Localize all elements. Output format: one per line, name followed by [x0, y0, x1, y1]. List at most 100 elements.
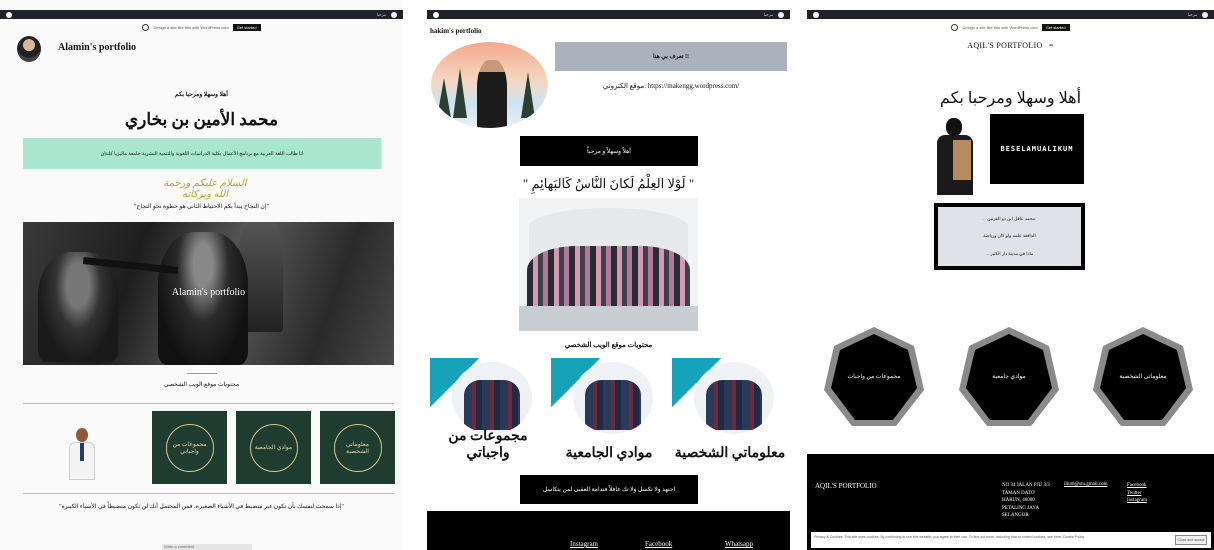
avatar-icon[interactable] [1202, 11, 1208, 18]
wordpress-logo-icon [142, 23, 150, 31]
site-footer: Instagram Facebook Whatsapp [427, 511, 790, 550]
portfolio-panel-hakim: مرحبا hakim's portfolio تعرف بي هنا !! م… [427, 0, 790, 550]
admin-bar: مرحبا [807, 10, 1214, 19]
divider [187, 373, 217, 374]
website-line: موقع الكتروني: https://makengg.wordpress… [555, 82, 787, 90]
get-started-button[interactable]: Get started [232, 23, 261, 31]
card-label: موادي الجامعية [565, 446, 653, 461]
intro-text: انا طالب اللغة العربية مع برنامج الأعمال… [100, 151, 304, 157]
footer-link-instagram[interactable]: Instagram [1127, 497, 1147, 505]
wp-promo-text[interactable]: Design a site like this with WordPress.c… [962, 25, 1037, 30]
portrait-tree-1 [437, 78, 451, 118]
card-photo [452, 362, 532, 434]
site-title[interactable]: hakim's portfolio [430, 27, 482, 35]
info-card-inner: ... محمد عاقل ابن ذو الفرنين: الدافعة عل… [938, 207, 1081, 266]
portrait-person [477, 60, 507, 128]
admin-bar-greeting[interactable]: مرحبا [1188, 12, 1197, 17]
menu-icon[interactable]: = [1049, 41, 1054, 50]
card-label: معلوماتي الشخصية [674, 446, 786, 461]
card-personal-info[interactable]: معلوماتي الشخصية [672, 358, 788, 466]
group-photo-floor [519, 306, 698, 331]
quote-text: "إن النجاح يبدأ بكم الاحتياط الثاني هو خ… [134, 204, 269, 210]
intro-box: انا طالب اللغة العربية مع برنامج الأعمال… [23, 138, 381, 169]
portrait-image [431, 42, 548, 128]
greeting-text: أهلا وسهلا ومرحبا بكم [175, 92, 228, 98]
portfolio-panel-alamin: مرحبا Design a site like this with WordP… [0, 0, 403, 550]
address-line: TAMAN DATO' [1002, 490, 1036, 496]
profile-tie [80, 443, 84, 461]
shape-university-courses[interactable]: موادي جامعية [956, 325, 1062, 431]
logo-image: BESELAMUALIKUM [990, 114, 1084, 184]
wp-promo-bar: Design a site like this with WordPress.c… [807, 22, 1214, 32]
calligraphy-image: السلام عليكم ورحمة الله وبركاته [163, 178, 247, 200]
footer-title[interactable]: AQIL'S PORTFOLIO [815, 482, 877, 490]
contents-heading: محتويات موقع الويب الشخصي [163, 382, 240, 388]
wordpress-logo-icon [951, 23, 959, 31]
avatar-icon[interactable] [778, 11, 784, 18]
profile-scarf [953, 140, 971, 180]
address-line: SELANGOR [1002, 513, 1029, 518]
tile-label: معلوماتي الشخصية [333, 423, 382, 472]
group-photo-crowd [527, 246, 690, 306]
tile-personal-info[interactable]: معلوماتي الشخصية [320, 411, 395, 484]
avatar-icon[interactable] [391, 11, 397, 18]
greeting-text: أهلا وسهلا ومرحبا بكم [939, 90, 1082, 107]
site-title[interactable]: AQIL'S PORTFOLIO [967, 41, 1042, 50]
footer-email-link[interactable]: ilium@stu.gmail.com [1064, 482, 1108, 487]
shape-assignments[interactable]: مجموعات من واجبات [821, 325, 927, 431]
portrait-tree-2 [453, 68, 467, 118]
profile-photo [933, 118, 978, 195]
wordpress-icon[interactable] [6, 11, 12, 18]
wp-promo-text[interactable]: Design a site like this with WordPress.c… [153, 25, 228, 30]
admin-bar-greeting[interactable]: مرحبا [764, 12, 773, 17]
hero-image: Alamin's portfolio [23, 222, 394, 365]
card-people [464, 380, 520, 430]
portrait-tree-3 [521, 72, 535, 118]
card-people [706, 380, 762, 430]
footer-social: Facebook Twitter Instagram [1127, 482, 1147, 505]
cookie-banner: Privacy & Cookies: This site uses cookie… [811, 532, 1211, 548]
footer-link-facebook[interactable]: Facebook [645, 540, 672, 548]
card-photo [694, 362, 774, 434]
get-started-button[interactable]: Get started [1041, 23, 1070, 31]
tile-label: مجموعات من واجباتي [165, 423, 214, 472]
site-title[interactable]: Alamin's portfolio [58, 42, 136, 53]
footer-link-whatsapp[interactable]: Whatsapp [725, 540, 753, 548]
tile-university-courses[interactable]: موادي الجامعية [236, 411, 311, 484]
footer-link-facebook[interactable]: Facebook [1127, 482, 1147, 490]
footer-link-twitter[interactable]: Twitter [1127, 490, 1147, 498]
admin-bar-greeting[interactable]: مرحبا [377, 12, 386, 17]
contents-heading: محتويات موقع الويب الشخصي [564, 341, 653, 349]
cookie-accept-button[interactable]: Close and accept [1175, 535, 1207, 545]
site-avatar[interactable] [17, 36, 41, 62]
wordpress-icon[interactable] [813, 11, 819, 18]
admin-bar: مرحبا [0, 10, 403, 19]
profile-head [76, 428, 88, 442]
about-me-button[interactable]: تعرف بي هنا !! [555, 42, 787, 71]
website-label: موقع الكتروني: [602, 82, 647, 90]
comment-input[interactable]: Write a comment [162, 544, 252, 550]
website-link[interactable]: https://makengg.wordpress.com/ [648, 82, 739, 90]
card-people [585, 380, 641, 430]
welcome-box: أهلاً وسهلاً و مرحباً [520, 136, 698, 166]
tile-assignments[interactable]: مجموعات من واجباتي [152, 411, 227, 484]
hero-figure-2 [158, 232, 248, 365]
address-line: NO 34 JALAN PJU 3/3 [1002, 483, 1050, 488]
address-line: HARUN, 46000 [1002, 498, 1035, 503]
info-line: ... محمد عاقل ابن ذو الفرنين: [982, 215, 1037, 221]
address-line: PETALING JAYA [1002, 505, 1040, 511]
card-university-courses[interactable]: موادي الجامعية [551, 358, 667, 466]
shape-label: معلوماتي الشخصية [1119, 374, 1167, 380]
shape-label: موادي جامعية [992, 374, 1026, 380]
footer-link-instagram[interactable]: Instagram [570, 540, 598, 548]
hero-figure-1 [38, 252, 118, 362]
wp-promo-bar: Design a site like this with WordPress.c… [0, 22, 403, 32]
wordpress-icon[interactable] [433, 11, 439, 18]
info-card: ... محمد عاقل ابن ذو الفرنين: الدافعة عل… [934, 203, 1085, 270]
portfolio-panel-aqil: مرحبا Design a site like this with WordP… [807, 0, 1214, 550]
info-line: الدافعة علمه ولو كان ورياضة [983, 233, 1036, 239]
site-title-row: AQIL'S PORTFOLIO = [807, 41, 1214, 50]
hero-caption: Alamin's portfolio [171, 287, 246, 298]
card-assignments[interactable]: مجموعات من واجباتي [430, 358, 546, 466]
shape-personal-info[interactable]: معلوماتي الشخصية [1090, 325, 1196, 431]
